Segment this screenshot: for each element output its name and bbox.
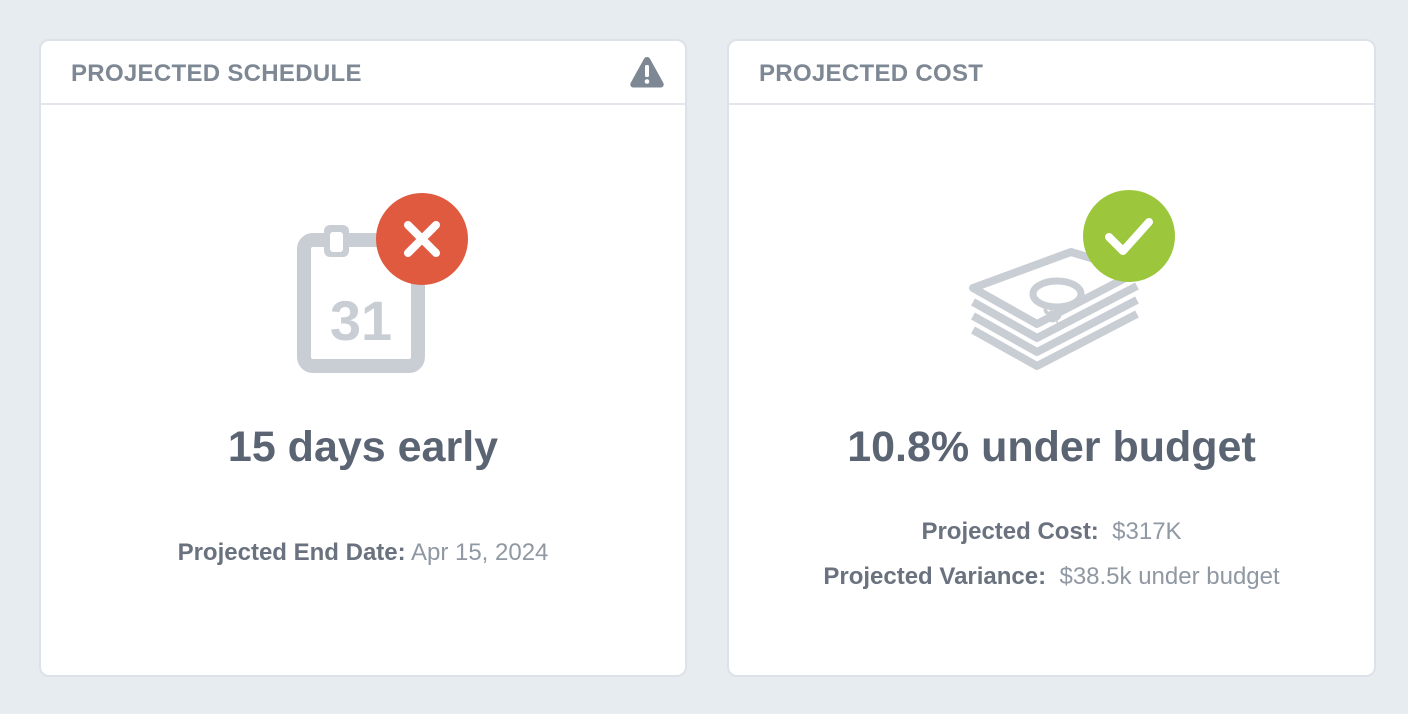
cost-headline: 10.8% under budget xyxy=(847,423,1256,471)
end-date-value: Apr 15, 2024 xyxy=(410,539,549,566)
calendar-day-number: 31 xyxy=(330,289,392,352)
projected-variance-value: $38.5k under budget xyxy=(1059,563,1280,590)
success-check-icon xyxy=(1083,190,1175,282)
projected-end-date-row: Projected End Date: Apr 15, 2024 xyxy=(41,538,685,568)
projected-variance-row: Projected Variance: $38.5k under budget xyxy=(729,562,1374,592)
projected-cost-value: $317K xyxy=(1112,518,1182,545)
card-header: PROJECTED SCHEDULE xyxy=(41,41,685,105)
projected-cost-card: PROJECTED COST $ 10.8% under budget Proj… xyxy=(727,39,1376,677)
card-title: PROJECTED SCHEDULE xyxy=(71,60,362,87)
schedule-headline: 15 days early xyxy=(227,423,499,471)
error-x-icon xyxy=(376,193,468,285)
end-date-label: Projected End Date: xyxy=(177,539,406,566)
projected-schedule-card: PROJECTED SCHEDULE 31 15 days early Proj… xyxy=(39,39,687,677)
projected-cost-row: Projected Cost: $317K xyxy=(729,517,1374,547)
projected-cost-label: Projected Cost: xyxy=(921,518,1099,545)
card-header: PROJECTED COST xyxy=(729,41,1374,105)
card-title: PROJECTED COST xyxy=(759,60,984,87)
projected-variance-label: Projected Variance: xyxy=(823,563,1047,590)
warning-icon[interactable] xyxy=(629,55,665,89)
